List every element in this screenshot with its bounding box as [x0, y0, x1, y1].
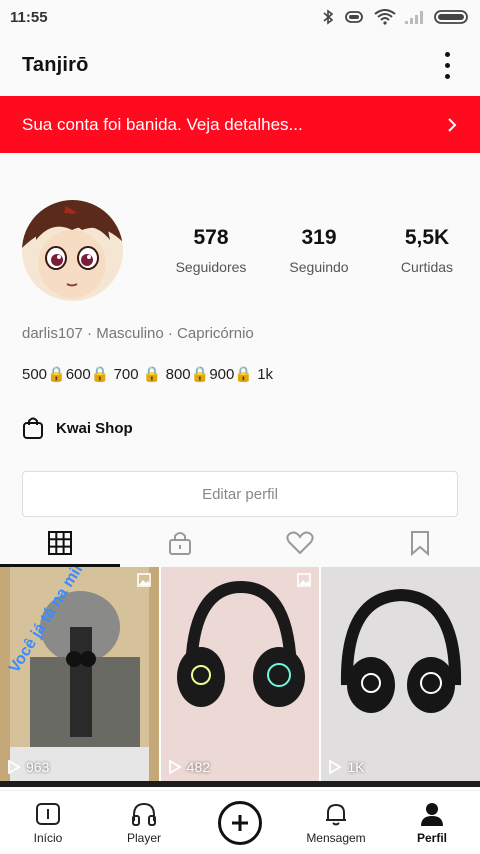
battery-icon: [434, 10, 468, 24]
view-count: 482: [168, 759, 211, 775]
followers-label: Seguidores: [175, 258, 247, 275]
view-count-value: 482: [186, 759, 211, 775]
nav-player[interactable]: Player: [96, 791, 192, 854]
video-thumbnail[interactable]: 1K: [321, 567, 480, 781]
video-thumbnail[interactable]: 482: [160, 567, 320, 781]
nav-profile[interactable]: Perfil: [384, 791, 480, 854]
tab-posts[interactable]: [0, 519, 120, 567]
following-count: 319: [301, 225, 337, 249]
nav-profile-label: Perfil: [416, 830, 447, 845]
profile-stats: 578 Seguidores 319 Seguindo 5,5K Curtida…: [157, 226, 480, 275]
lock-icon: [169, 532, 191, 555]
image-badge-icon: [136, 573, 151, 592]
play-icon: [168, 760, 181, 774]
status-bar: 11:55: [0, 0, 480, 34]
edit-profile-button[interactable]: Editar perfil: [22, 471, 458, 517]
nav-home[interactable]: Início: [0, 791, 96, 854]
nav-create[interactable]: [192, 791, 288, 854]
ban-banner[interactable]: Sua conta foi banida. Veja detalhes...: [0, 96, 480, 153]
avatar[interactable]: [22, 199, 123, 301]
next-row-strip: [0, 781, 480, 787]
followers-count: 578: [193, 225, 229, 249]
more-options-icon[interactable]: [436, 51, 458, 79]
nav-player-label: Player: [126, 830, 161, 845]
profile-meta: darlis107 · Masculino · Capricórnio: [0, 309, 480, 355]
profile-tabs: [0, 519, 480, 567]
nav-home-label: Início: [33, 830, 63, 845]
following-label: Seguindo: [289, 258, 349, 275]
headphones-icon: [132, 802, 156, 826]
tab-likes[interactable]: [240, 519, 360, 567]
nav-messages-label: Mensagem: [306, 830, 366, 845]
chevron-right-icon: [448, 117, 457, 132]
profile-name: Tanjirō: [22, 53, 89, 76]
status-icons: [322, 9, 470, 25]
nav-messages[interactable]: Mensagem: [288, 791, 384, 854]
view-count: 1K: [329, 759, 364, 775]
kwai-shop-link[interactable]: Kwai Shop: [0, 405, 480, 451]
bell-icon: [326, 803, 346, 825]
grid-icon: [48, 531, 72, 555]
view-count-value: 1K: [347, 759, 365, 775]
tab-saved[interactable]: [360, 519, 480, 567]
image-badge-icon: [297, 573, 312, 592]
ban-banner-text: Sua conta foi banida. Veja detalhes...: [22, 114, 303, 134]
profile-bio: 500🔒600🔒 700 🔒 800🔒900🔒 1k: [0, 355, 480, 405]
edit-profile-wrap: Editar perfil: [0, 451, 480, 519]
status-time: 11:55: [10, 8, 48, 26]
signal-icon: [405, 11, 423, 24]
heart-icon: [286, 531, 314, 555]
plus-icon: [218, 800, 262, 845]
home-icon: [36, 802, 60, 825]
stat-likes[interactable]: 5,5K Curtidas: [373, 226, 480, 275]
profile-header: Tanjirō: [0, 34, 480, 96]
play-icon: [8, 760, 20, 774]
profile-summary: 578 Seguidores 319 Seguindo 5,5K Curtida…: [0, 153, 480, 309]
kwai-shop-label: Kwai Shop: [56, 419, 133, 437]
view-count-value: 963: [26, 759, 50, 775]
bluetooth-icon: [323, 9, 334, 25]
stat-followers[interactable]: 578 Seguidores: [157, 226, 265, 275]
bottom-nav: Início Player Mensagem Perfil: [0, 790, 480, 854]
video-grid: Você já tá na mira 963 482 1K: [0, 567, 480, 781]
video-thumbnail[interactable]: Você já tá na mira 963: [0, 567, 159, 781]
wifi-icon: [374, 9, 396, 25]
view-count: 963: [8, 759, 49, 775]
vibrate-icon: [345, 11, 363, 23]
tab-private[interactable]: [120, 519, 240, 567]
bookmark-icon: [411, 531, 429, 556]
stat-following[interactable]: 319 Seguindo: [265, 226, 373, 275]
play-icon: [329, 760, 342, 774]
likes-count: 5,5K: [404, 225, 450, 249]
likes-label: Curtidas: [400, 258, 454, 275]
person-icon: [421, 802, 443, 826]
shopping-bag-icon: [23, 417, 43, 439]
